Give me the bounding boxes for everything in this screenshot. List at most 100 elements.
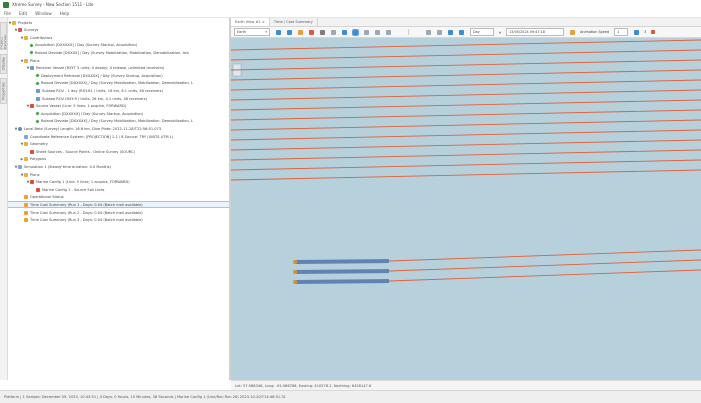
receiver-deployment-line[interactable] <box>294 269 390 274</box>
red-icon <box>30 104 34 109</box>
vessel-node[interactable] <box>293 260 297 264</box>
snap-icon[interactable] <box>375 29 380 35</box>
tree-row[interactable]: Roland Deviate [DXXXXX] / Day (Survey Mo… <box>8 80 193 87</box>
zoom-in-icon[interactable] <box>276 29 281 35</box>
title-bar: Xtreme Survey - New Section 1511 - Lite <box>0 0 701 9</box>
tree-row[interactable]: ▼ Contributors <box>8 34 52 41</box>
tab-time-cost-summary[interactable]: Time / Cost Summary <box>270 18 318 26</box>
receiver-deployment-line[interactable] <box>294 279 390 284</box>
tree-row-label: Geometry <box>30 142 48 147</box>
tree-row-label: Subsea ROV (RXY-9 / Units: 26 km, 4.1 un… <box>42 96 148 101</box>
tree-row[interactable]: Deployment Retrieval [DXXXXX] / Day (Sur… <box>8 72 163 79</box>
tree-row-label: Simulation 1 (Steady time duration: 4.0 … <box>24 164 111 169</box>
sea-background <box>231 38 701 390</box>
date-field[interactable]: 13/05/2024 09:47:18 <box>506 28 565 36</box>
record-icon[interactable] <box>459 29 464 35</box>
orange-icon <box>24 195 28 200</box>
tree-row[interactable]: ▼ Plans <box>8 57 40 64</box>
dropdown-icon: ▾ <box>499 29 502 35</box>
tree-row-label: Roland Deviate [DXXXXX] / Day (Survey Mo… <box>41 81 194 86</box>
tree-row[interactable]: Roland Deviate [DXXXXX] / Day (Survey Mo… <box>8 118 193 125</box>
tree-row[interactable]: ▼ Projects <box>8 19 32 26</box>
cursor-coordinates: Lat: 57.988348, Long: -94.586788, Eastin… <box>235 384 372 388</box>
tree-row-label: Time Cost Summary (Run 1 - Days: 0.04 (B… <box>30 202 143 207</box>
blue-icon <box>36 96 40 101</box>
tree-row[interactable]: Roland Deviate [DXXXX] / Day (Survey Mob… <box>8 49 189 56</box>
close-icon[interactable] <box>651 30 656 34</box>
tree-row[interactable]: ▶ Polygons <box>8 156 46 163</box>
tree-row[interactable]: ▼ Plans <box>8 171 40 178</box>
tree-row[interactable]: ▼ Local Beta (Survey) Length: 16.6 km, Di… <box>8 125 161 132</box>
speed-icon[interactable] <box>634 29 640 35</box>
menu-bar: File Edit Window Help <box>0 9 701 18</box>
tree-row[interactable]: ▼ Simulation 1 (Steady time duration: 4.0… <box>8 163 111 170</box>
tree-row[interactable]: ▼ Source Vessel (Line: 5 lines; 1 acquire… <box>8 103 126 110</box>
zoom-out-icon[interactable] <box>287 29 292 35</box>
refresh-icon[interactable] <box>364 29 369 35</box>
tree-row-label: Plans <box>30 172 40 177</box>
tab-earth-view[interactable]: Earth View #1 × <box>231 18 270 26</box>
side-tab-properties[interactable]: Properties <box>0 78 7 104</box>
units-select-value: Day <box>473 30 480 34</box>
layers-icon[interactable] <box>320 29 325 35</box>
play-icon[interactable] <box>448 29 453 35</box>
tree-row[interactable]: Subsea ROV (RXY-9 / Units: 26 km, 4.1 un… <box>8 95 147 102</box>
side-tab-project-explorer[interactable]: Project Explorer <box>0 22 7 50</box>
app-icon <box>3 1 9 8</box>
tree-row-label: Marine Config 1 (Line: 5 lines; 1 acquir… <box>36 180 130 185</box>
tree-row-label: Acquisition [DXXXXX] / Day (Survey Start… <box>35 43 138 48</box>
tree-row[interactable]: ▼ Receiver Vessel (RXYT 5 units; 4 deploy… <box>8 65 164 72</box>
receiver-deployment-line[interactable] <box>294 259 390 264</box>
tree-row-label: Coordinate Reference System: [PROJECTION… <box>30 134 174 139</box>
vessel-node[interactable] <box>293 280 297 284</box>
map-view[interactable] <box>231 38 701 390</box>
step-back-icon[interactable] <box>426 29 431 35</box>
tree-row-label: Surveys <box>24 28 39 33</box>
view-tabs: Earth View #1 × Time / Cost Summary <box>231 18 701 27</box>
tree-row[interactable]: Acquisition [DXXXXX] / Day (Survey Start… <box>8 110 143 117</box>
tree-row-label: Operational Status <box>30 195 64 200</box>
speed-select-value: 1 <box>617 30 620 34</box>
zoom-value: 3 <box>644 30 647 34</box>
view-select[interactable]: Earth ▾ <box>234 28 270 36</box>
highlight-icon[interactable] <box>352 28 359 36</box>
date-field-value: 13/05/2024 09:47:18 <box>509 30 545 34</box>
separator <box>408 29 409 35</box>
tree-row-label: Time Cost Summary (Run 3 - Days: 0.04 (B… <box>30 218 143 223</box>
tree-row[interactable]: ▼ Marine Config 1 (Line: 5 lines; 1 acqui… <box>8 179 130 186</box>
tree-row[interactable]: Time Cost Summary (Run 3 - Days: 0.04 (B… <box>8 217 143 224</box>
pan-icon[interactable] <box>298 29 303 35</box>
grid-icon[interactable] <box>331 29 336 35</box>
units-select[interactable]: Day <box>470 28 494 36</box>
tree-row[interactable]: Coordinate Reference System: [PROJECTION… <box>8 133 173 140</box>
project-tree: ▼ Projects ▼ Surveys ▼ Contributors Acquisitio… <box>8 19 231 380</box>
speed-select[interactable]: 1 <box>614 28 629 36</box>
select-icon[interactable] <box>342 29 347 35</box>
menu-window[interactable]: Window <box>35 11 52 16</box>
calendar-icon[interactable] <box>570 29 576 35</box>
tree-row[interactable]: ▼ Surveys <box>8 27 38 34</box>
tree-row[interactable]: Acquisition [DXXXXX] / Day (Survey Start… <box>8 42 137 49</box>
cursor-icon[interactable] <box>386 29 391 35</box>
tree-row[interactable]: ▼ Geometry <box>8 141 48 148</box>
menu-help[interactable]: Help <box>60 11 70 16</box>
tree-row[interactable]: Sheet Sources - Source Points - Online S… <box>8 148 135 155</box>
green-icon <box>35 111 40 116</box>
tree-row[interactable]: Marine Config 1 - Source Sail Lines <box>8 186 104 193</box>
side-tab-display[interactable]: Display <box>0 54 7 74</box>
survey-icon <box>18 28 22 33</box>
vessel-node[interactable] <box>293 270 297 274</box>
side-tab-strip: Project Explorer Display Properties <box>0 18 8 380</box>
green-icon <box>29 43 34 48</box>
map-canvas[interactable] <box>231 38 701 390</box>
tree-row[interactable]: Time Cost Summary (Run 2 - Days: 0.04 (B… <box>8 209 143 216</box>
red-icon <box>36 187 40 192</box>
tree-row[interactable]: Operational Status <box>8 194 64 201</box>
tree-row[interactable]: Time Cost Summary (Run 1 - Days: 0.04 (B… <box>8 201 231 209</box>
menu-file[interactable]: File <box>4 11 11 16</box>
menu-edit[interactable]: Edit <box>19 11 27 16</box>
measure-icon[interactable] <box>309 29 314 35</box>
tree-row[interactable]: Subsea ROV - 1 day (RXY-61 / Units: 16 k… <box>8 87 163 94</box>
globe-icon <box>18 126 22 131</box>
step-forward-icon[interactable] <box>437 29 442 35</box>
